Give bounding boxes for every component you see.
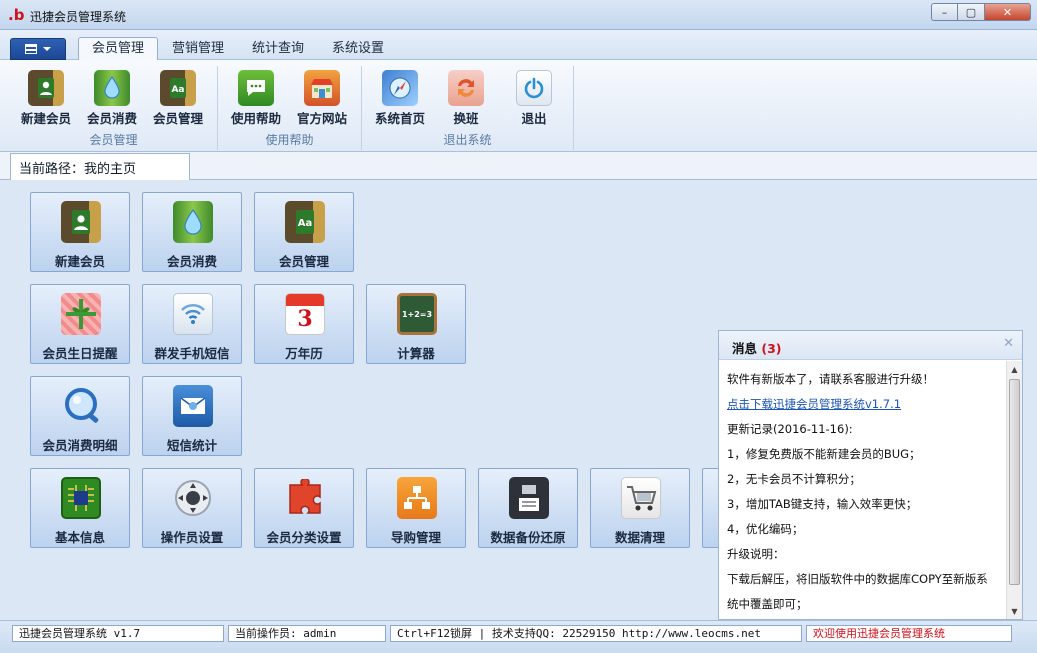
gift-icon (61, 293, 101, 335)
ribbon-exit-button[interactable]: 退出 (502, 70, 566, 127)
joystick-icon (173, 477, 213, 519)
speech-bubble-icon (238, 70, 274, 106)
menu-tabs: 会员管理 营销管理 统计查询 系统设置 (78, 37, 398, 61)
tile-calendar[interactable]: 3 万年历 (254, 284, 354, 364)
message-panel: 消息 (3) ✕ 软件有新版本了，请联系客服进行升级！ 点击下载迅捷会员管理系统… (718, 330, 1023, 620)
tile-calculator[interactable]: 1+2=3 计算器 (366, 284, 466, 364)
tile-basic-info[interactable]: 基本信息 (30, 468, 130, 548)
message-header: 消息 (3) ✕ (719, 331, 1022, 360)
tile-data-cleanup[interactable]: 数据清理 (590, 468, 690, 548)
tile-data-backup[interactable]: 数据备份还原 (478, 468, 578, 548)
puzzle-icon (285, 477, 325, 519)
message-line: 下载后解压，将旧版软件中的数据库COPY至新版系统中覆盖即可； (727, 572, 988, 611)
ribbon-group-label: 退出系统 (443, 133, 492, 147)
magnifier-icon (61, 385, 101, 427)
ribbon-group-label: 会员管理 (89, 133, 138, 147)
address-book-icon: Aa (160, 70, 196, 106)
chalkboard-icon: 1+2=3 (397, 293, 437, 335)
wifi-signal-icon (173, 293, 213, 335)
tile-operator-settings[interactable]: 操作员设置 (142, 468, 242, 548)
tile-member-consume[interactable]: 会员消费 (142, 192, 242, 272)
message-line: 4，优化编码； (727, 522, 804, 536)
water-drop-icon (94, 70, 130, 106)
ribbon-group-member: 新建会员 会员消费 Aa 会员管理 会员管理 (10, 66, 218, 150)
water-drop-icon (173, 201, 213, 243)
org-chart-icon (397, 477, 437, 519)
maximize-button[interactable]: ▢ (958, 3, 985, 21)
tile-sms-broadcast[interactable]: 群发手机短信 (142, 284, 242, 364)
ribbon-member-consume-button[interactable]: 会员消费 (80, 70, 144, 127)
download-link[interactable]: 点击下载迅捷会员管理系统v1.7.1 (727, 392, 998, 417)
ribbon-help-button[interactable]: 使用帮助 (224, 70, 288, 127)
floppy-disk-icon (509, 477, 549, 519)
status-welcome: 欢迎使用迅捷会员管理系统 (806, 625, 1012, 642)
menu-document-icon (25, 44, 37, 54)
message-line: 2，无卡会员不计算积分； (727, 472, 861, 486)
tile-consume-detail[interactable]: 会员消费明细 (30, 376, 130, 456)
svg-text:Aa: Aa (171, 85, 184, 95)
vertical-scrollbar[interactable]: ▲ ▼ (1006, 361, 1022, 619)
swap-arrows-icon (448, 70, 484, 106)
ribbon-toolbar: 新建会员 会员消费 Aa 会员管理 会员管理 使用帮助 官方网站 使用帮助 系统… (0, 60, 1037, 152)
close-icon[interactable]: ✕ (1003, 336, 1014, 351)
contact-book-icon (61, 201, 101, 243)
message-title: 消息 (3) (732, 341, 782, 356)
app-logo-icon: .b (8, 6, 25, 24)
message-count-badge: (3) (761, 341, 782, 356)
ribbon-group-label: 使用帮助 (265, 133, 314, 147)
ribbon-shift-button[interactable]: 换班 (434, 70, 498, 127)
message-line: 升级说明： (727, 547, 785, 561)
tile-new-member[interactable]: 新建会员 (30, 192, 130, 272)
ribbon-home-button[interactable]: 系统首页 (368, 70, 432, 127)
ribbon-new-member-button[interactable]: 新建会员 (14, 70, 78, 127)
scroll-up-icon[interactable]: ▲ (1007, 361, 1022, 377)
window-title: 迅捷会员管理系统 (30, 10, 127, 24)
scroll-thumb[interactable] (1009, 379, 1020, 585)
breadcrumb-bar: 当前路径：我的主页 (0, 152, 1037, 180)
message-body: 软件有新版本了，请联系客服进行升级！ 点击下载迅捷会员管理系统v1.7.1 更新… (719, 361, 1006, 619)
app-menu-button[interactable] (10, 38, 66, 60)
tile-member-manage[interactable]: Aa 会员管理 (254, 192, 354, 272)
message-line: 1，修复免费版不能新建会员的BUG； (727, 447, 921, 461)
calendar-icon: 3 (285, 293, 325, 335)
ribbon-group-help: 使用帮助 官方网站 使用帮助 (218, 66, 362, 150)
circuit-board-icon (61, 477, 101, 519)
message-line: 更新记录(2016-11-16): (727, 422, 853, 436)
tab-system-settings[interactable]: 系统设置 (318, 37, 398, 60)
scroll-down-icon[interactable]: ▼ (1007, 603, 1022, 619)
tab-marketing-management[interactable]: 营销管理 (158, 37, 238, 60)
tile-guide-management[interactable]: 导购管理 (366, 468, 466, 548)
breadcrumb: 当前路径：我的主页 (10, 153, 190, 180)
minimize-button[interactable]: – (931, 3, 958, 21)
message-line: 3，增加TAB键支持，输入效率更快； (727, 497, 918, 511)
status-bar: 迅捷会员管理系统 v1.7 当前操作员: admin Ctrl+F12锁屏 | … (0, 620, 1037, 653)
storefront-icon (304, 70, 340, 106)
close-button[interactable]: ✕ (985, 3, 1031, 21)
status-operator: 当前操作员: admin (228, 625, 386, 642)
power-icon (516, 70, 552, 106)
tile-member-category[interactable]: 会员分类设置 (254, 468, 354, 548)
tab-member-management[interactable]: 会员管理 (78, 37, 159, 61)
svg-text:Aa: Aa (298, 218, 313, 229)
chevron-down-icon (43, 47, 51, 51)
ribbon-group-exit: 系统首页 换班 退出 退出系统 (362, 66, 574, 150)
status-version: 迅捷会员管理系统 v1.7 (12, 625, 224, 642)
menu-bar: 会员管理 营销管理 统计查询 系统设置 (0, 30, 1037, 61)
shopping-cart-icon (621, 477, 661, 519)
tile-sms-stats[interactable]: 短信统计 (142, 376, 242, 456)
compass-icon (382, 70, 418, 106)
status-support: Ctrl+F12锁屏 | 技术支持QQ: 22529150 http://www… (390, 625, 802, 642)
contact-book-icon (28, 70, 64, 106)
ribbon-member-manage-button[interactable]: Aa 会员管理 (146, 70, 210, 127)
envelope-icon (173, 385, 213, 427)
address-book-icon: Aa (285, 201, 325, 243)
message-line: 软件有新版本了，请联系客服进行升级！ (727, 372, 934, 386)
tab-statistics-query[interactable]: 统计查询 (238, 37, 318, 60)
window-controls: – ▢ ✕ (931, 3, 1031, 21)
title-bar: .b 迅捷会员管理系统 – ▢ ✕ (0, 0, 1037, 30)
tile-birthday-reminder[interactable]: 会员生日提醒 (30, 284, 130, 364)
ribbon-website-button[interactable]: 官方网站 (290, 70, 354, 127)
